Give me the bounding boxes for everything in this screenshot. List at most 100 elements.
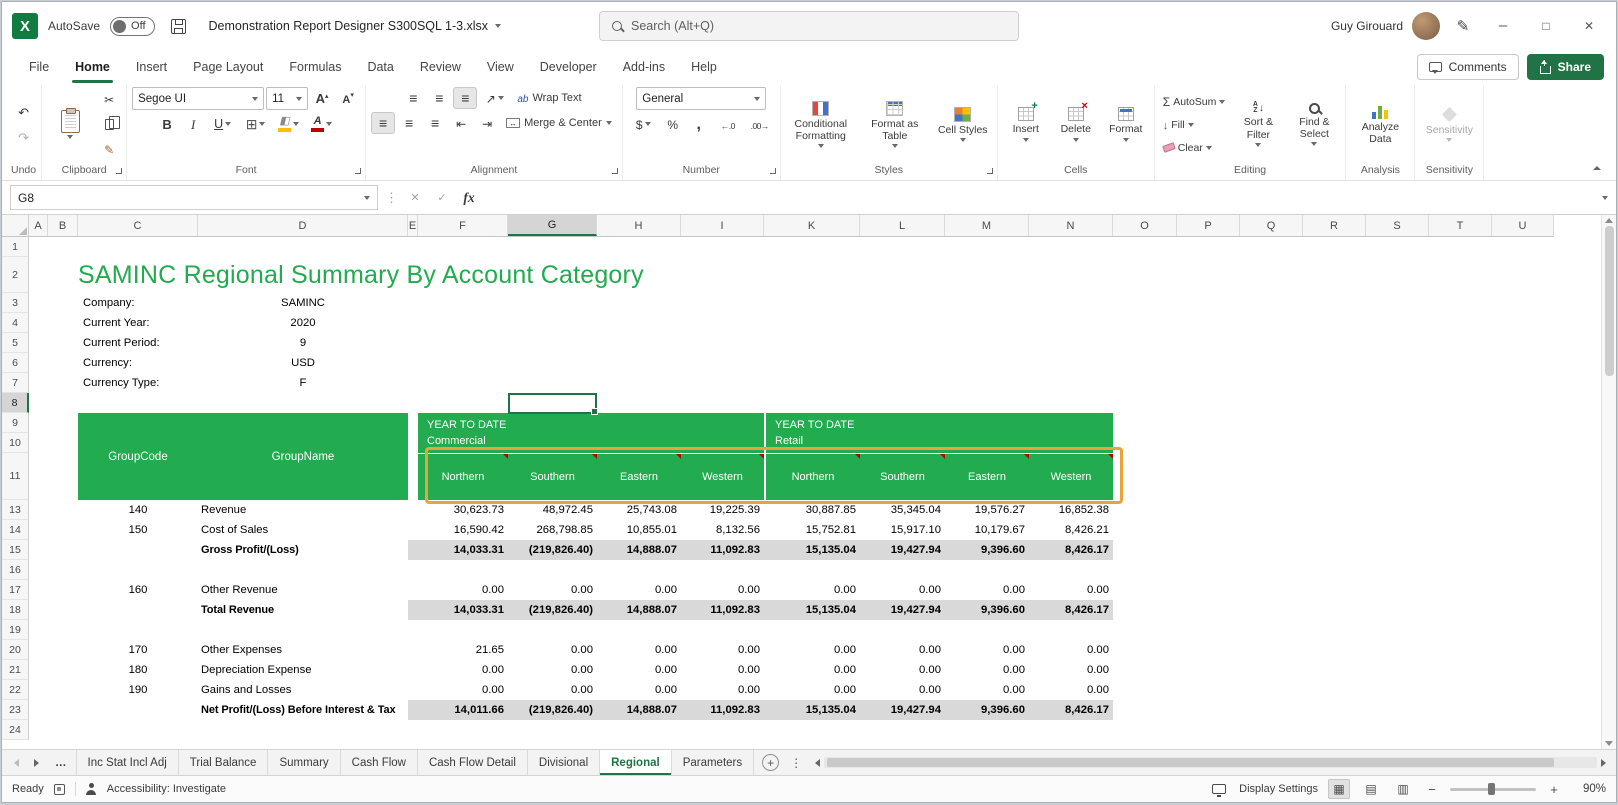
horizontal-scrollbar[interactable] xyxy=(805,750,1616,775)
format-cells-button[interactable]: Format xyxy=(1103,89,1149,161)
column-header-c[interactable]: C xyxy=(78,215,198,236)
cell[interactable]: 14,033.31 xyxy=(418,600,508,620)
sheet-tab-parameters[interactable]: Parameters xyxy=(672,750,754,775)
cell[interactable]: 25,743.08 xyxy=(597,500,681,520)
cell[interactable]: 0.00 xyxy=(1029,660,1113,680)
row-header[interactable]: 13 xyxy=(2,500,29,520)
info-value[interactable]: 9 xyxy=(198,333,408,353)
zoom-level[interactable]: 90% xyxy=(1572,783,1606,795)
sort-filter-button[interactable]: Sort & Filter xyxy=(1232,89,1284,161)
align-center-button[interactable] xyxy=(397,112,421,134)
cell[interactable]: 0.00 xyxy=(508,680,597,700)
cell[interactable]: 0.00 xyxy=(945,660,1029,680)
zoom-in-button[interactable]: + xyxy=(1546,782,1562,797)
enter-entry-button[interactable] xyxy=(432,187,452,209)
cell-styles-button[interactable]: Cell Styles xyxy=(934,89,992,161)
delete-cells-button[interactable]: Delete xyxy=(1053,89,1099,161)
cell[interactable]: 0.00 xyxy=(508,640,597,660)
sensitivity-button[interactable]: Sensitivity xyxy=(1420,89,1478,161)
column-header-l[interactable]: L xyxy=(860,215,945,236)
cell[interactable]: 0.00 xyxy=(945,680,1029,700)
align-right-button[interactable] xyxy=(423,112,447,134)
info-value[interactable]: USD xyxy=(198,353,408,373)
row-header[interactable]: 21 xyxy=(2,660,29,680)
align-top-button[interactable] xyxy=(401,87,425,109)
cell-groupcode[interactable] xyxy=(78,600,198,620)
info-label[interactable]: Currency Type: xyxy=(78,373,198,393)
insert-cells-button[interactable]: Insert xyxy=(1003,89,1049,161)
find-select-button[interactable]: Find & Select xyxy=(1288,89,1340,161)
formula-input[interactable] xyxy=(486,185,1595,210)
wrap-text-button[interactable]: Wrap Text xyxy=(512,87,586,109)
sheet-tab-cash-flow-detail[interactable]: Cash Flow Detail xyxy=(418,750,528,775)
cell[interactable]: 15,752.81 xyxy=(764,520,860,540)
info-value[interactable]: F xyxy=(198,373,408,393)
number-format-select[interactable]: General xyxy=(636,87,766,110)
column-header-m[interactable]: M xyxy=(945,215,1029,236)
horizontal-scrollbar-thumb[interactable] xyxy=(827,758,1554,767)
font-name-select[interactable]: Segoe UI xyxy=(132,87,264,110)
cell[interactable]: 16,852.38 xyxy=(1029,500,1113,520)
cell[interactable]: 30,887.85 xyxy=(764,500,860,520)
cell[interactable]: 0.00 xyxy=(597,680,681,700)
cell[interactable]: 19,427.94 xyxy=(860,700,945,720)
row-header[interactable]: 8 xyxy=(2,393,29,413)
row-header[interactable]: 15 xyxy=(2,540,29,560)
region-header-cell[interactable]: Southern xyxy=(860,454,945,500)
row-header[interactable]: 19 xyxy=(2,620,29,640)
zoom-out-button[interactable]: − xyxy=(1424,782,1440,797)
cell[interactable]: 48,972.45 xyxy=(508,500,597,520)
cell[interactable]: 0.00 xyxy=(681,640,764,660)
cell[interactable]: 268,798.85 xyxy=(508,520,597,540)
close-button[interactable] xyxy=(1572,11,1606,41)
cell-groupname[interactable]: Total Revenue xyxy=(198,600,408,620)
row-header[interactable]: 6 xyxy=(2,353,29,373)
cell[interactable]: 0.00 xyxy=(764,580,860,600)
cell[interactable]: 0.00 xyxy=(945,580,1029,600)
number-dialog-launcher[interactable] xyxy=(769,167,778,176)
cell[interactable]: 0.00 xyxy=(597,580,681,600)
align-middle-button[interactable] xyxy=(427,87,451,109)
column-header-i[interactable]: I xyxy=(681,215,764,236)
cell[interactable]: 21.65 xyxy=(418,640,508,660)
sheet-tab-menu[interactable] xyxy=(787,750,805,775)
info-value[interactable]: SAMINC xyxy=(198,293,408,313)
row-header[interactable]: 11 xyxy=(2,453,29,500)
cell[interactable]: 0.00 xyxy=(681,680,764,700)
align-bottom-button[interactable] xyxy=(453,87,477,109)
expand-formula-bar-icon[interactable] xyxy=(1602,196,1608,200)
comma-style-button[interactable] xyxy=(687,113,711,135)
cell[interactable]: 19,427.94 xyxy=(860,600,945,620)
cell[interactable]: 0.00 xyxy=(764,680,860,700)
row-header[interactable]: 3 xyxy=(2,293,29,313)
cell-groupname[interactable]: Other Revenue xyxy=(198,580,408,600)
vertical-scrollbar[interactable] xyxy=(1601,215,1616,749)
avatar[interactable] xyxy=(1412,12,1440,40)
cell[interactable]: 0.00 xyxy=(681,660,764,680)
cell[interactable]: 16,590.42 xyxy=(418,520,508,540)
cell[interactable]: 19,225.39 xyxy=(681,500,764,520)
cell-groupname[interactable]: Other Expenses xyxy=(198,640,408,660)
name-box[interactable]: G8 xyxy=(10,185,378,210)
cell-groupname[interactable]: Gains and Losses xyxy=(198,680,408,700)
sheet-tab-divisional[interactable]: Divisional xyxy=(528,750,600,775)
cell[interactable]: 8,426.21 xyxy=(1029,520,1113,540)
scroll-right-icon[interactable] xyxy=(1601,759,1606,767)
region-header-cell[interactable]: Eastern xyxy=(597,454,681,500)
row-header[interactable]: 7 xyxy=(2,373,29,393)
cell[interactable]: 10,855.01 xyxy=(597,520,681,540)
cell[interactable]: 0.00 xyxy=(860,640,945,660)
info-label[interactable]: Currency: xyxy=(78,353,198,373)
analyze-data-button[interactable]: Analyze Data xyxy=(1351,89,1409,161)
comments-button[interactable]: Comments xyxy=(1417,54,1519,80)
font-color-button[interactable] xyxy=(306,113,337,135)
column-header-h[interactable]: H xyxy=(597,215,681,236)
cell[interactable]: (219,826.40) xyxy=(508,540,597,560)
cell[interactable]: 0.00 xyxy=(508,580,597,600)
display-settings-label[interactable]: Display Settings xyxy=(1239,783,1318,795)
cell[interactable]: 14,888.07 xyxy=(597,540,681,560)
percent-style-button[interactable] xyxy=(661,113,685,135)
cell[interactable]: 0.00 xyxy=(1029,580,1113,600)
increase-font-button[interactable] xyxy=(310,88,334,110)
bold-button[interactable] xyxy=(155,113,179,135)
